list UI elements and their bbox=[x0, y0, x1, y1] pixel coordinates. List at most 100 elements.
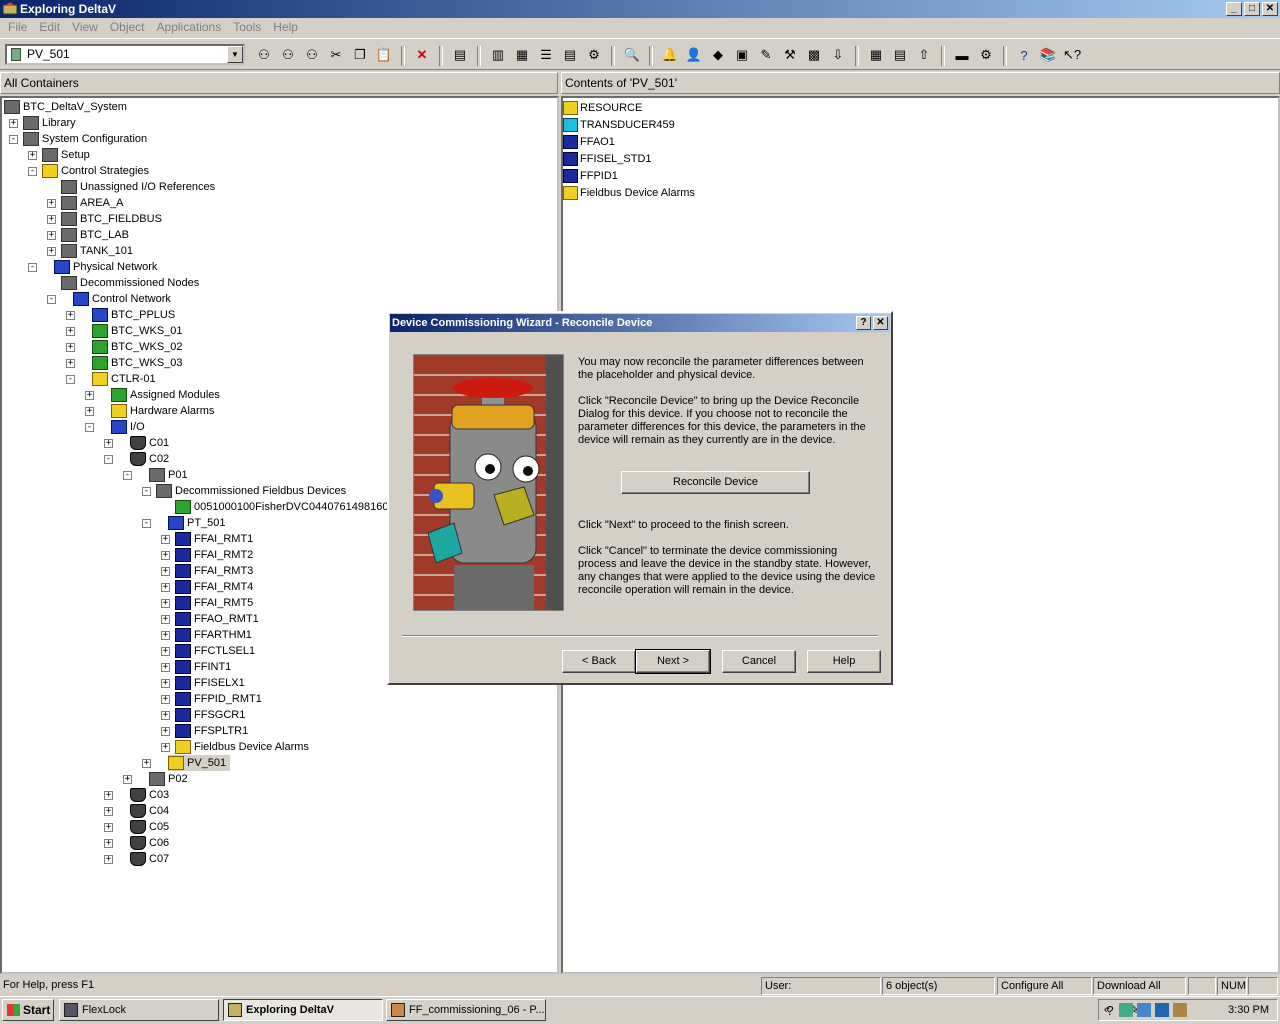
tree-item-fieldbus-device-alarms[interactable]: Fieldbus Device Alarms bbox=[175, 739, 309, 755]
expand-icon[interactable]: + bbox=[161, 583, 170, 592]
collapse-icon[interactable]: - bbox=[123, 471, 132, 480]
expand-icon[interactable]: + bbox=[104, 839, 113, 848]
tree-item-decommissioned-nodes[interactable]: Decommissioned Nodes bbox=[61, 275, 199, 291]
next-button[interactable]: Next > bbox=[635, 649, 711, 674]
menu-tools[interactable]: Tools bbox=[227, 18, 267, 37]
expand-icon[interactable]: + bbox=[104, 439, 113, 448]
tree-item-library[interactable]: Library bbox=[23, 115, 76, 131]
properties-icon[interactable]: ▤ bbox=[450, 46, 470, 64]
small-icons-icon[interactable]: ▦ bbox=[512, 46, 532, 64]
expand-icon[interactable]: + bbox=[66, 311, 75, 320]
tree-item-decommissioned-fieldbus-devices[interactable]: Decommissioned Fieldbus Devices bbox=[156, 483, 346, 499]
tree-item-ffai-rmt1[interactable]: FFAI_RMT1 bbox=[175, 531, 253, 547]
list-item[interactable]: FFPID1 bbox=[563, 168, 618, 184]
tree-item-c05[interactable]: C05 bbox=[130, 819, 169, 835]
collapse-icon[interactable]: - bbox=[9, 135, 18, 144]
tree-item-c07[interactable]: C07 bbox=[130, 851, 169, 867]
collapse-icon[interactable]: - bbox=[28, 263, 37, 272]
list-item[interactable]: RESOURCE bbox=[563, 100, 642, 116]
explorer-icon[interactable]: ⚙ bbox=[584, 46, 604, 64]
expand-icon[interactable]: + bbox=[161, 695, 170, 704]
tree-item-ffiselx1[interactable]: FFISELX1 bbox=[175, 675, 245, 691]
expand-icon[interactable]: + bbox=[47, 247, 56, 256]
database-icon[interactable]: ▦ bbox=[866, 46, 886, 64]
tree-item-unassigned-io[interactable]: Unassigned I/O References bbox=[61, 179, 215, 195]
tree-item-btc-wks-02[interactable]: BTC_WKS_02 bbox=[92, 339, 183, 355]
expand-icon[interactable]: + bbox=[104, 791, 113, 800]
tree-item-btc-wks-01[interactable]: BTC_WKS_01 bbox=[92, 323, 183, 339]
dialog-close-button[interactable]: ✕ bbox=[873, 316, 888, 330]
tree-item-area-a[interactable]: AREA_A bbox=[61, 195, 123, 211]
network-disconnect-icon[interactable]: ⚇ bbox=[302, 46, 322, 64]
module-icon[interactable]: ▣ bbox=[732, 46, 752, 64]
minimize-button[interactable]: _ bbox=[1226, 2, 1242, 16]
expand-icon[interactable]: + bbox=[104, 855, 113, 864]
wizard-icon[interactable]: ⚒ bbox=[780, 46, 800, 64]
tree-item-ffint1[interactable]: FFINT1 bbox=[175, 659, 231, 675]
tree-item-c06[interactable]: C06 bbox=[130, 835, 169, 851]
tree-item-ffai-rmt5[interactable]: FFAI_RMT5 bbox=[175, 595, 253, 611]
display-icon[interactable] bbox=[1137, 1003, 1151, 1017]
books-icon[interactable]: 📚 bbox=[1038, 46, 1058, 64]
tree-item-ffctlsel1[interactable]: FFCTLSEL1 bbox=[175, 643, 255, 659]
list-item[interactable]: FFAO1 bbox=[563, 134, 615, 150]
expand-icon[interactable]: + bbox=[161, 615, 170, 624]
upload-icon[interactable]: ⇧ bbox=[914, 46, 934, 64]
expand-icon[interactable]: + bbox=[66, 343, 75, 352]
back-button[interactable]: < Back bbox=[562, 650, 636, 673]
reconcile-device-button[interactable]: Reconcile Device bbox=[621, 471, 810, 494]
io-icon[interactable]: ◆ bbox=[708, 46, 728, 64]
clock[interactable]: 3:30 PM bbox=[1228, 1000, 1269, 1020]
tray-app-icon[interactable] bbox=[1173, 1003, 1187, 1017]
collapse-icon[interactable]: - bbox=[66, 375, 75, 384]
tree-item-assigned-modules[interactable]: Assigned Modules bbox=[111, 387, 220, 403]
copy-icon[interactable]: ❐ bbox=[350, 46, 370, 64]
maximize-button[interactable]: □ bbox=[1244, 2, 1260, 16]
chevron-down-icon[interactable]: ▼ bbox=[227, 46, 243, 63]
menu-file[interactable]: File bbox=[2, 18, 33, 37]
tree-item-pt-501[interactable]: PT_501 bbox=[168, 515, 226, 531]
tree-item-system-configuration[interactable]: System Configuration bbox=[23, 131, 147, 147]
context-help-icon[interactable]: ↖? bbox=[1062, 46, 1082, 64]
network-connect-icon[interactable]: ⚇ bbox=[254, 46, 274, 64]
tree-item-c02[interactable]: C02 bbox=[130, 451, 169, 467]
expand-icon[interactable]: + bbox=[161, 551, 170, 560]
delete-icon[interactable]: ✕ bbox=[412, 46, 432, 64]
task-exploring-deltav[interactable]: Exploring DeltaV bbox=[223, 999, 383, 1021]
expand-icon[interactable]: + bbox=[47, 215, 56, 224]
tree-item-ffai-rmt3[interactable]: FFAI_RMT3 bbox=[175, 563, 253, 579]
expand-icon[interactable]: + bbox=[161, 599, 170, 608]
expand-icon[interactable]: + bbox=[104, 807, 113, 816]
expand-icon[interactable]: + bbox=[104, 823, 113, 832]
tree-item-pv-501[interactable]: PV_501 bbox=[168, 755, 231, 771]
expand-icon[interactable]: + bbox=[9, 119, 18, 128]
tree-item-btc-pplus[interactable]: BTC_PPLUS bbox=[92, 307, 175, 323]
expand-icon[interactable]: + bbox=[161, 567, 170, 576]
location-combo[interactable]: PV_501 ▼ bbox=[5, 44, 245, 65]
tree-item-control-strategies[interactable]: Control Strategies bbox=[42, 163, 149, 179]
expand-icon[interactable]: + bbox=[161, 711, 170, 720]
details-view-icon[interactable]: ▤ bbox=[560, 46, 580, 64]
tree-item-btc-wks-03[interactable]: BTC_WKS_03 bbox=[92, 355, 183, 371]
cancel-button[interactable]: Cancel bbox=[722, 650, 796, 673]
network-icon[interactable] bbox=[1119, 1003, 1133, 1017]
network-map-icon[interactable]: ⚇ bbox=[278, 46, 298, 64]
task-ff-commissioning[interactable]: FF_commissioning_06 - P... bbox=[386, 999, 546, 1021]
tree-item-physical-network[interactable]: Physical Network bbox=[54, 259, 157, 275]
expand-icon[interactable]: + bbox=[28, 151, 37, 160]
list-view-icon[interactable]: ☰ bbox=[536, 46, 556, 64]
expand-icon[interactable]: + bbox=[142, 759, 151, 768]
context-help-button[interactable]: ? bbox=[856, 316, 871, 330]
tree-item-io[interactable]: I/O bbox=[111, 419, 145, 435]
start-button[interactable]: Start bbox=[2, 999, 54, 1021]
tree-item-btc-lab[interactable]: BTC_LAB bbox=[61, 227, 129, 243]
expand-icon[interactable]: + bbox=[161, 727, 170, 736]
monitor-icon[interactable]: ▬ bbox=[952, 46, 972, 64]
menu-view[interactable]: View bbox=[66, 18, 104, 37]
search-icon[interactable]: 🔍 bbox=[622, 46, 642, 64]
tree-item-c04[interactable]: C04 bbox=[130, 803, 169, 819]
tree-item-ffai-rmt4[interactable]: FFAI_RMT4 bbox=[175, 579, 253, 595]
tree-item-setup[interactable]: Setup bbox=[42, 147, 90, 163]
user-icon[interactable]: 👤 bbox=[684, 46, 704, 64]
tree-item-decommissioned-device[interactable]: 0051000100FisherDVC0440761498160 bbox=[175, 499, 389, 515]
